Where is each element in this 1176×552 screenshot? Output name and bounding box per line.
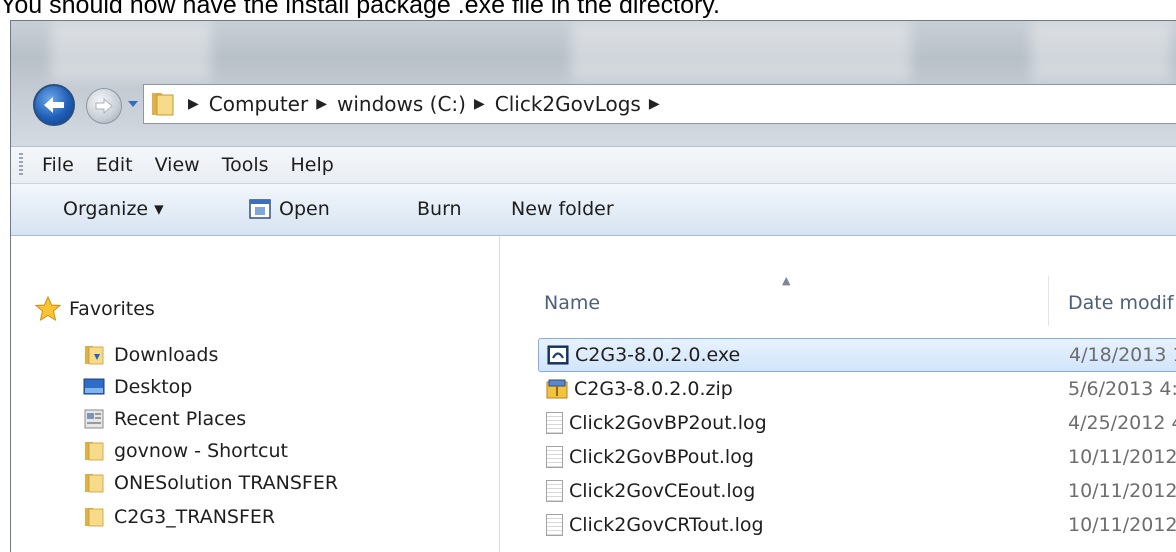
- recent-pages-dropdown[interactable]: [127, 98, 139, 110]
- folder-icon: [150, 91, 180, 117]
- burn-button[interactable]: Burn: [417, 198, 462, 220]
- file-row[interactable]: C2G3-8.0.2.0.exe 4/18/2013 1: [538, 338, 1176, 372]
- folder-icon: [85, 474, 104, 493]
- open-button[interactable]: Open: [249, 198, 330, 220]
- breadcrumb-separator[interactable]: ▶: [474, 96, 485, 112]
- forward-button[interactable]: [86, 88, 122, 124]
- document-caption: You should now have the install package …: [0, 0, 720, 19]
- explorer-window: ▶ Computer ▶ windows (C:) ▶ Click2GovLog…: [10, 20, 1176, 552]
- text-file-icon: [546, 480, 563, 502]
- nav-item-c2g3-transfer[interactable]: C2G3_TRANSFER: [83, 502, 275, 532]
- breadcrumb-separator[interactable]: ▶: [188, 96, 199, 112]
- folder-icon: [85, 442, 104, 461]
- file-row[interactable]: C2G3-8.0.2.0.zip 5/6/2013 4:: [538, 372, 1176, 406]
- column-header-date-modified[interactable]: Date modif: [1068, 292, 1174, 314]
- menu-edit[interactable]: Edit: [85, 154, 144, 176]
- favorites-label: Favorites: [69, 298, 155, 320]
- file-name: Click2GovBPout.log: [569, 446, 754, 468]
- menu-grip: [19, 153, 23, 177]
- nav-item-recent-places[interactable]: Recent Places: [83, 404, 246, 434]
- nav-item-label: Recent Places: [114, 408, 247, 430]
- file-name: Click2GovCEout.log: [569, 480, 756, 502]
- chevron-down-icon: [128, 101, 138, 107]
- breadcrumb-windows-c[interactable]: windows (C:): [337, 92, 466, 116]
- file-date: 10/11/2012: [1068, 446, 1176, 468]
- file-name: C2G3-8.0.2.0.exe: [575, 344, 741, 366]
- nav-item-label: C2G3_TRANSFER: [114, 506, 276, 528]
- navigation-row: ▶ Computer ▶ windows (C:) ▶ Click2GovLog…: [11, 76, 1176, 132]
- menu-file[interactable]: File: [31, 154, 85, 176]
- file-date: 10/11/2012: [1068, 514, 1176, 536]
- sort-ascending-icon: ▲: [782, 274, 791, 287]
- nav-item-label: Downloads: [114, 344, 219, 366]
- recent-places-icon: [84, 409, 104, 429]
- file-row[interactable]: Click2GovCEout.log 10/11/2012: [538, 474, 1176, 508]
- organize-button[interactable]: Organize ▾: [63, 198, 164, 220]
- installer-icon: [547, 345, 569, 365]
- breadcrumb-separator[interactable]: ▶: [649, 96, 660, 112]
- text-file-icon: [546, 514, 563, 536]
- file-row[interactable]: Click2GovCRTout.log 10/11/2012: [538, 508, 1176, 542]
- folder-icon: [85, 508, 104, 527]
- column-header-name[interactable]: Name: [544, 292, 600, 314]
- open-button-label: Open: [279, 198, 330, 220]
- favorites-node[interactable]: Favorites: [35, 296, 155, 322]
- new-folder-button[interactable]: New folder: [511, 198, 614, 220]
- file-date: 4/18/2013 1: [1069, 344, 1176, 366]
- command-bar: Organize ▾ Open Burn New folder: [11, 184, 1176, 236]
- nav-item-onesolution-transfer[interactable]: ONESolution TRANSFER: [83, 468, 338, 498]
- file-list-pane: ▲ Name Date modif C2G3-8.0.2.0.exe 4/18/…: [500, 236, 1176, 552]
- navigation-pane: Favorites Downloads Desktop Recent Place…: [11, 236, 500, 552]
- breadcrumb-computer[interactable]: Computer: [209, 92, 308, 116]
- open-icon: [249, 199, 271, 219]
- nav-item-label: ONESolution TRANSFER: [114, 472, 339, 494]
- downloads-folder-icon: [85, 346, 104, 365]
- menu-bar: File Edit View Tools Help: [11, 146, 1176, 184]
- desktop-icon: [83, 378, 105, 395]
- file-name: Click2GovBP2out.log: [569, 412, 767, 434]
- menu-view[interactable]: View: [144, 154, 211, 176]
- file-date: 5/6/2013 4:: [1068, 378, 1176, 400]
- breadcrumb-click2govlogs[interactable]: Click2GovLogs: [495, 92, 641, 116]
- file-date: 10/11/2012: [1068, 480, 1176, 502]
- address-bar[interactable]: ▶ Computer ▶ windows (C:) ▶ Click2GovLog…: [143, 84, 1176, 124]
- file-name: Click2GovCRTout.log: [569, 514, 764, 536]
- nav-item-downloads[interactable]: Downloads: [83, 340, 218, 370]
- file-date: 4/25/2012 4: [1068, 412, 1176, 434]
- arrow-right-icon: [95, 98, 113, 114]
- document-margin: [0, 20, 10, 552]
- file-row[interactable]: Click2GovBP2out.log 4/25/2012 4: [538, 406, 1176, 440]
- nav-item-govnow-shortcut[interactable]: govnow - Shortcut: [83, 436, 288, 466]
- nav-item-label: govnow - Shortcut: [114, 440, 288, 462]
- star-icon: [35, 296, 61, 322]
- file-name: C2G3-8.0.2.0.zip: [574, 378, 733, 400]
- back-button[interactable]: [33, 84, 75, 126]
- breadcrumb-separator[interactable]: ▶: [316, 96, 327, 112]
- nav-item-label: Desktop: [114, 376, 193, 398]
- text-file-icon: [546, 412, 563, 434]
- arrow-left-icon: [44, 97, 64, 113]
- zip-icon: [546, 379, 568, 399]
- text-file-icon: [546, 446, 563, 468]
- nav-item-desktop[interactable]: Desktop: [83, 372, 192, 402]
- menu-help[interactable]: Help: [280, 154, 345, 176]
- file-row[interactable]: Click2GovBPout.log 10/11/2012: [538, 440, 1176, 474]
- menu-tools[interactable]: Tools: [211, 154, 280, 176]
- column-divider[interactable]: [1048, 276, 1049, 326]
